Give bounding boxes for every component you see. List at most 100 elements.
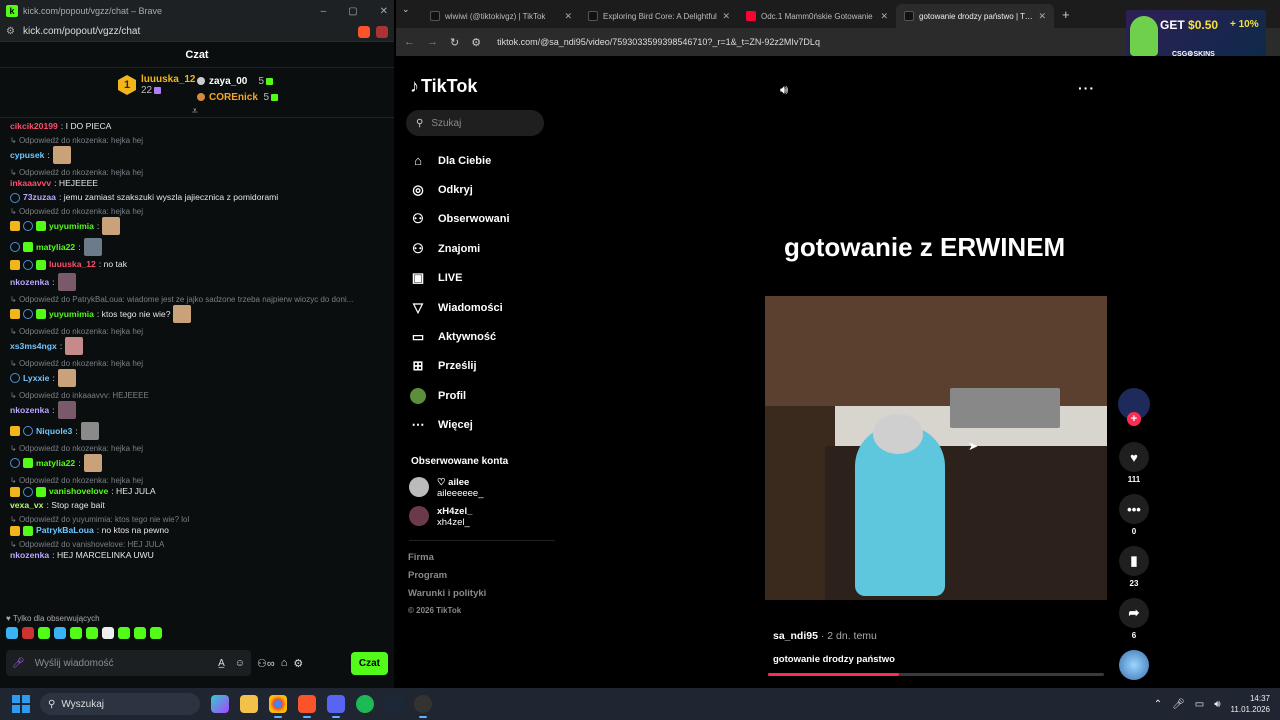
emote-icon[interactable]	[83, 238, 102, 256]
more-options-icon[interactable]: ···	[1078, 80, 1095, 96]
followed-account-ailee[interactable]: ♡ ailee aileeeeee_	[409, 477, 484, 499]
username[interactable]: vanishovelove	[49, 486, 108, 497]
sidebar-item-friends[interactable]: ⚇ Znajomi	[410, 234, 510, 263]
discord-icon[interactable]	[327, 695, 345, 718]
sidebar-item-more[interactable]: ⋯ Więcej	[410, 411, 510, 440]
close-tab-icon[interactable]: ✕	[564, 11, 572, 22]
tiktok-logo[interactable]: ♪ TikTok	[410, 76, 477, 97]
close-button[interactable]: ✕	[380, 6, 388, 17]
chat-input[interactable]: 🎤︎ Wyślij wiadomość A̲ ☺	[6, 650, 251, 676]
send-chat-button[interactable]: Czat	[350, 651, 388, 675]
new-tab-plus-icon[interactable]: +	[1062, 7, 1070, 22]
volume-icon[interactable]: 🔊︎	[1214, 699, 1220, 710]
kick-url[interactable]: kick.com/popout/vgzz/chat	[23, 26, 140, 37]
site-info-icon[interactable]: ⚙	[471, 36, 481, 49]
emote-icon[interactable]	[57, 273, 76, 291]
sidebar-item-live[interactable]: ▣ LIVE	[410, 264, 510, 293]
reply-context[interactable]: Odpowiedź do nkozenka: hejka hej	[10, 358, 384, 369]
spotify-icon[interactable]	[356, 695, 374, 713]
expand-leaderboard-icon[interactable]: ⩡	[192, 106, 198, 117]
search-input[interactable]: ⚲ Szukaj	[406, 110, 544, 136]
music-disc-button[interactable]	[1118, 650, 1150, 680]
reply-context[interactable]: Odpowiedź do nkozenka: hejka hej	[10, 475, 384, 486]
video-player[interactable]: ➤	[765, 296, 1107, 600]
emote-icon[interactable]	[52, 146, 71, 164]
sidebar-item-upload[interactable]: ⊞ Prześlij	[410, 352, 510, 381]
close-tab-icon[interactable]: ✕	[1038, 11, 1046, 22]
reply-context[interactable]: Odpowiedź do yuyumimia: ktos tego nie wi…	[10, 514, 384, 525]
reply-context[interactable]: Odpowiedź do nkozenka: hejka hej	[10, 167, 384, 178]
reply-context[interactable]: Odpowiedź do nkozenka: hejka hej	[10, 135, 384, 146]
emote-icon[interactable]	[150, 627, 162, 639]
emote-icon[interactable]	[80, 422, 99, 440]
username[interactable]: vexa_vx	[10, 500, 43, 511]
minimize-button[interactable]: –	[321, 6, 327, 17]
username[interactable]: nkozenka	[10, 277, 49, 288]
maximize-button[interactable]: ▢	[348, 6, 357, 17]
sidebar-item-profile[interactable]: Profil	[410, 381, 510, 410]
emote-icon[interactable]	[54, 627, 66, 639]
emote-icon[interactable]	[70, 627, 82, 639]
url-field[interactable]: tiktok.com/@sa_ndi95/video/7593033599398…	[497, 37, 820, 47]
sidebar-item-activity[interactable]: ▭ Aktywność	[410, 322, 510, 351]
csgoskins-ad[interactable]: GET $0.50 + 10% CSG⚙SKINS	[1126, 10, 1266, 62]
creator-avatar-button[interactable]: +	[1118, 388, 1150, 426]
username[interactable]: xs3ms4ngx	[10, 341, 57, 352]
username[interactable]: yuyumimia	[49, 309, 94, 320]
emote-icon[interactable]	[22, 627, 34, 639]
username[interactable]: inkaaavvv	[10, 178, 51, 189]
steam-icon[interactable]	[385, 695, 403, 713]
chrome-icon[interactable]	[269, 695, 287, 718]
forward-arrow-icon[interactable]: →	[427, 36, 438, 48]
footer-link-firma[interactable]: Firma	[408, 552, 434, 563]
emote-icon[interactable]	[38, 627, 50, 639]
sidebar-item-home[interactable]: ⌂ Dla Ciebie	[410, 146, 510, 175]
users-icon[interactable]: ⚇∞	[257, 657, 275, 670]
save-button[interactable]: ▮ 23	[1118, 546, 1150, 588]
reply-context[interactable]: Odpowiedź do inkaaavvv: HEJEEEE	[10, 390, 384, 401]
microphone-icon[interactable]: 🎤︎	[12, 658, 25, 669]
leader-3-name[interactable]: COREnick	[209, 92, 258, 103]
like-button[interactable]: ♥ 111	[1118, 442, 1150, 484]
emote-icon[interactable]	[86, 627, 98, 639]
sidebar-item-compass[interactable]: ◎ Odkryj	[410, 175, 510, 204]
file-explorer-icon[interactable]	[240, 695, 258, 713]
chevron-up-icon[interactable]: ⌃	[1154, 699, 1162, 710]
username[interactable]: PatrykBaLoua	[36, 525, 94, 536]
extension-icon[interactable]	[376, 25, 388, 38]
site-settings-icon[interactable]: ⚙	[6, 26, 15, 37]
volume-icon[interactable]: 🔊︎	[780, 82, 788, 98]
emote-icon[interactable]	[102, 217, 121, 235]
leader-2-name[interactable]: zaya_00	[209, 76, 247, 87]
tab-youtube[interactable]: Odc.1 Mamm0ńskie Gotowanie ✕	[738, 4, 896, 28]
reply-context[interactable]: Odpowiedź do vanishovelove: HEJ JULA	[10, 539, 384, 550]
tab-tiktok-profile[interactable]: wiwiwi (@tiktokivgz) | TikTok ✕	[422, 4, 580, 28]
sidebar-item-following[interactable]: ⚇ Obserwowani	[410, 205, 509, 234]
leader-1-name[interactable]: luuuska_12	[141, 74, 195, 85]
store-icon[interactable]: ⌂	[281, 657, 288, 669]
close-tab-icon[interactable]: ✕	[880, 11, 888, 22]
emote-icon[interactable]	[6, 627, 18, 639]
footer-link-terms[interactable]: Warunki i polityki	[408, 588, 486, 599]
brave-icon[interactable]	[298, 695, 316, 718]
reply-context[interactable]: Odpowiedź do nkozenka: hejka hej	[10, 206, 384, 217]
close-tab-icon[interactable]: ✕	[722, 11, 730, 22]
footer-link-program[interactable]: Program	[408, 570, 447, 581]
emoji-icon[interactable]: ☺	[235, 658, 245, 669]
microphone-icon[interactable]: 🎤︎	[1172, 699, 1185, 710]
reply-context[interactable]: Odpowiedź do nkozenka: hejka hej	[10, 326, 384, 337]
brave-shield-icon[interactable]	[358, 25, 370, 38]
reload-icon[interactable]: ↻	[450, 36, 459, 49]
app-icon[interactable]	[414, 695, 432, 718]
copilot-icon[interactable]	[211, 695, 229, 713]
author-name[interactable]: sa_ndi95	[773, 630, 818, 642]
username[interactable]: nkozenka	[10, 550, 49, 561]
emote-icon[interactable]	[57, 369, 76, 387]
username[interactable]: luuuska_12	[49, 259, 96, 270]
settings-gear-icon[interactable]: ⚙	[293, 657, 303, 670]
reply-context[interactable]: Odpowiedź do PatrykBaLoua: wiadome jest …	[10, 294, 384, 305]
follow-plus-icon[interactable]: +	[1127, 412, 1141, 426]
translate-icon[interactable]: A̲	[218, 658, 225, 669]
username[interactable]: 73zuzaa	[23, 192, 56, 203]
followed-account-xh4zel[interactable]: xH4zel_ xh4zel_	[409, 506, 472, 528]
